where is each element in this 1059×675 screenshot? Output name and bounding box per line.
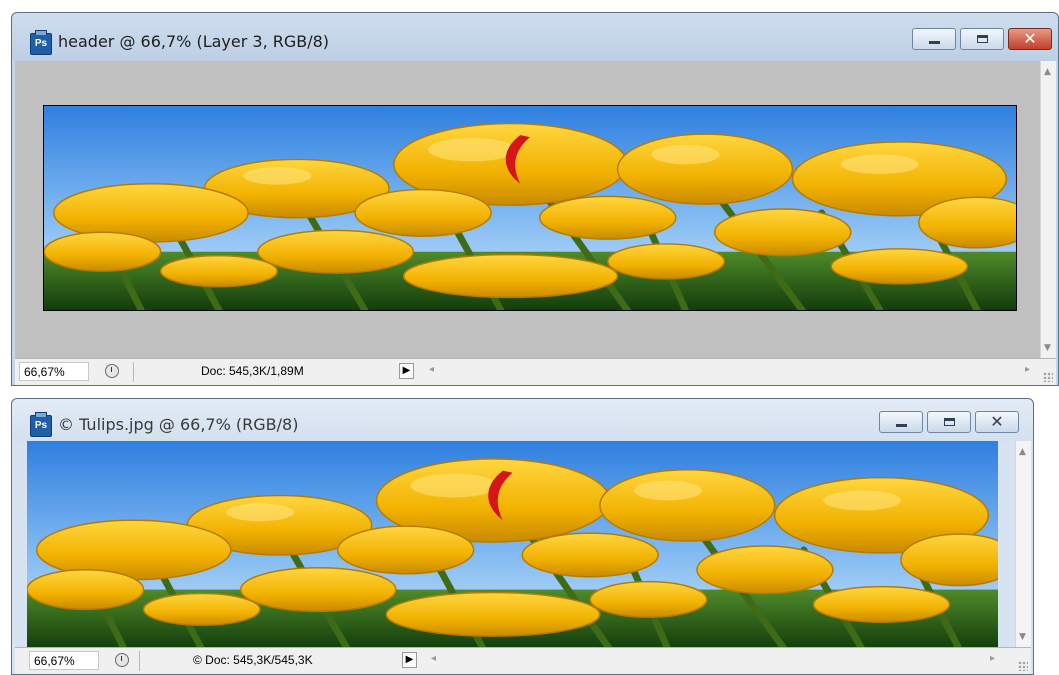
zoom-level-field[interactable]: 66,67% (29, 651, 99, 670)
image-canvas[interactable] (43, 105, 1017, 311)
photoshop-document-icon: Ps (30, 412, 52, 437)
zoom-level-field[interactable]: 66,67% (19, 362, 89, 381)
close-button[interactable]: ✕ (1008, 28, 1052, 50)
status-divider (139, 651, 140, 671)
window-title: © Tulips.jpg @ 66,7% (RGB/8) (58, 415, 299, 434)
title-bar[interactable]: Ps header @ 66,7% (Layer 3, RGB/8) ✕ (12, 13, 1058, 61)
tulips-image (27, 441, 998, 649)
scroll-right-icon[interactable]: ▸ (990, 653, 995, 664)
scroll-down-icon[interactable]: ▼ (1044, 343, 1051, 353)
close-button[interactable]: ✕ (975, 411, 1019, 433)
tulips-image (44, 106, 1016, 310)
status-bar: 66,67% © Doc: 545,3K/545,3K ▶ ◂ ▸ (15, 647, 1031, 674)
image-canvas[interactable] (27, 441, 998, 649)
vertical-scrollbar[interactable]: ▲ ▼ (1015, 441, 1031, 648)
close-icon: ✕ (990, 412, 1004, 431)
scroll-up-icon[interactable]: ▲ (1044, 67, 1051, 77)
minimize-icon (895, 423, 907, 427)
document-window-header[interactable]: Ps header @ 66,7% (Layer 3, RGB/8) ✕ ▲ ▼… (11, 12, 1059, 386)
photoshop-document-icon: Ps (30, 30, 52, 55)
window-controls: ✕ (879, 411, 1019, 433)
resize-grip-icon[interactable] (1043, 372, 1053, 382)
maximize-button[interactable] (960, 28, 1004, 50)
close-icon: ✕ (1023, 29, 1037, 48)
scroll-left-icon[interactable]: ◂ (431, 653, 436, 664)
minimize-icon (928, 40, 940, 44)
status-bar: 66,67% Doc: 545,3K/1,89M ▶ ◂ ▸ (15, 358, 1056, 385)
scroll-up-icon[interactable]: ▲ (1019, 447, 1026, 457)
status-menu-button[interactable]: ▶ (399, 363, 414, 379)
maximize-icon (976, 35, 988, 43)
minimize-button[interactable] (912, 28, 956, 50)
doc-size-info: Doc: 545,3K/1,89M (201, 364, 304, 378)
maximize-button[interactable] (927, 411, 971, 433)
vertical-scrollbar[interactable]: ▲ ▼ (1040, 61, 1056, 359)
status-divider (133, 362, 134, 382)
window-controls: ✕ (912, 28, 1052, 50)
canvas-pasteboard[interactable] (15, 61, 1041, 359)
scroll-left-icon[interactable]: ◂ (429, 364, 434, 375)
scroll-down-icon[interactable]: ▼ (1019, 632, 1026, 642)
document-window-tulips[interactable]: Ps © Tulips.jpg @ 66,7% (RGB/8) ✕ ▲ ▼ 66… (11, 398, 1034, 675)
clock-icon[interactable] (115, 653, 129, 667)
resize-grip-icon[interactable] (1018, 661, 1028, 671)
minimize-button[interactable] (879, 411, 923, 433)
title-bar[interactable]: Ps © Tulips.jpg @ 66,7% (RGB/8) ✕ (12, 399, 1033, 441)
window-title: header @ 66,7% (Layer 3, RGB/8) (58, 32, 330, 51)
clock-icon[interactable] (105, 364, 119, 378)
doc-size-info: © Doc: 545,3K/545,3K (193, 653, 313, 667)
scroll-right-icon[interactable]: ▸ (1025, 364, 1030, 375)
maximize-icon (943, 418, 955, 426)
status-menu-button[interactable]: ▶ (402, 652, 417, 668)
